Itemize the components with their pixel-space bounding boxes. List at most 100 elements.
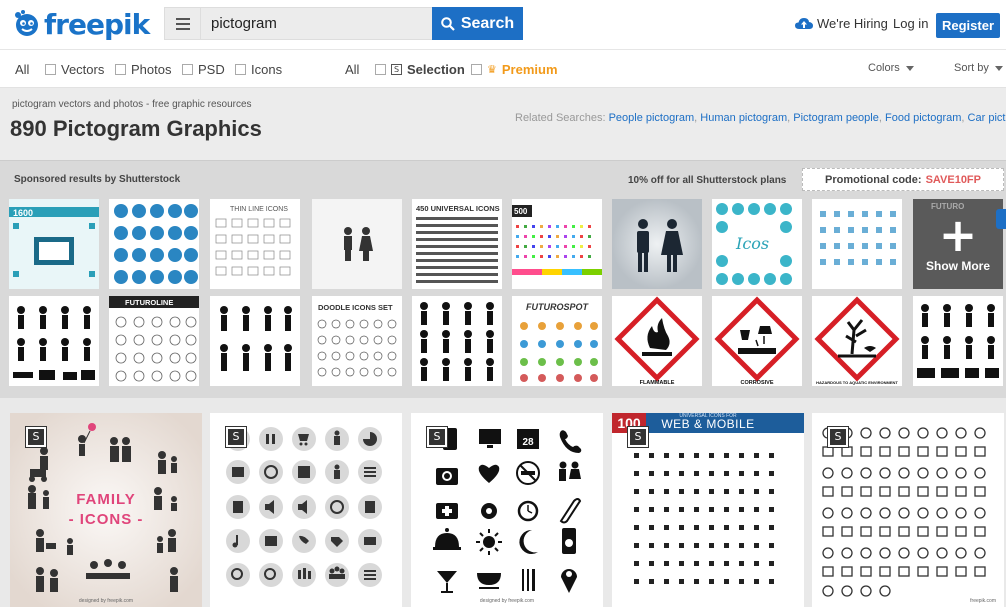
thumb-label: HAZARDOUS TO AQUATIC ENVIRONMENT — [816, 380, 898, 385]
family-title: FAMILY - ICONS - — [68, 491, 144, 528]
svg-text:Icos: Icos — [735, 234, 769, 253]
people-pictograms-image — [13, 306, 95, 380]
show-more-button[interactable]: FUTURO + Show More — [913, 199, 1003, 289]
sponsored-thumbnail[interactable] — [210, 296, 300, 386]
thumb-label: DOODLE ICONS SET — [318, 303, 393, 312]
related-link[interactable]: Car pictogram — [968, 112, 1006, 124]
promo-code-box[interactable]: Promotional code: SAVE10FP — [802, 168, 1004, 191]
related-searches: Related Searches: People pictogram, Huma… — [515, 112, 1006, 124]
card-credit: designed by freepik.com — [479, 598, 535, 604]
license-premium[interactable]: ♛ Premium — [471, 62, 558, 77]
breadcrumb: pictogram vectors and photos - free grap… — [12, 99, 252, 110]
colorful-icons-image: 500 — [512, 205, 602, 275]
filter-vectors[interactable]: Vectors — [45, 62, 104, 77]
shutterstock-badge-icon: S — [427, 427, 447, 447]
thumb-label: 1600 — [13, 208, 33, 218]
psd-checkbox[interactable] — [182, 64, 193, 75]
thumb-label: THIN LINE ICONS — [230, 206, 288, 213]
plus-icon: + — [938, 208, 978, 262]
card-credit: freepik.com — [970, 598, 996, 604]
result-card[interactable]: 28 S designed by freepik.com — [411, 413, 603, 607]
calendar-day: 28 — [522, 437, 534, 448]
search-button-label: Search — [460, 14, 515, 32]
license-selection[interactable]: S Selection — [375, 62, 465, 77]
sponsored-thumbnail[interactable] — [612, 199, 702, 289]
show-more-label: Show More — [925, 259, 990, 273]
related-link[interactable]: People pictogram — [609, 112, 695, 124]
related-link[interactable]: Human pictogram — [700, 112, 787, 124]
cloud-upload-icon — [795, 18, 813, 29]
sponsored-thumbnail[interactable] — [9, 296, 99, 386]
vectors-checkbox[interactable] — [45, 64, 56, 75]
doodle-icons-image: DOODLE ICONS SET — [317, 303, 397, 377]
page-title: 890 Pictogram Graphics — [10, 116, 262, 141]
sponsored-thumbnail[interactable]: HAZARDOUS TO AQUATIC ENVIRONMENT — [812, 296, 902, 386]
photos-checkbox[interactable] — [115, 64, 126, 75]
aquatic-hazard-image: HAZARDOUS TO AQUATIC ENVIRONMENT — [814, 296, 900, 385]
result-card[interactable]: S FAMILY - ICONS - designed by freepik.c… — [10, 413, 202, 607]
icons-collection-image: 1600 — [9, 199, 99, 289]
related-link[interactable]: Food pictogram — [885, 112, 961, 124]
hiring-link[interactable]: We're Hiring — [795, 16, 888, 31]
filter-icons[interactable]: Icons — [235, 62, 282, 77]
thumb-label: FUTUROSPOT — [526, 302, 590, 312]
sponsored-thumbnail[interactable]: DOODLE ICONS SET — [312, 296, 402, 386]
result-card[interactable]: S — [210, 413, 402, 607]
selection-checkbox[interactable] — [375, 64, 386, 75]
top-navbar: freepik Search We're Hiring Log in Regis… — [0, 0, 1006, 50]
filter-psd[interactable]: PSD — [182, 62, 225, 77]
stick-figures-image — [220, 306, 292, 371]
sponsored-thumbnail[interactable] — [109, 199, 199, 289]
blue-line-icons-image — [820, 211, 896, 265]
license-all[interactable]: All — [345, 62, 359, 77]
register-button[interactable]: Register — [936, 13, 1000, 38]
side-panel-tab[interactable] — [996, 209, 1006, 229]
sponsored-thumbnail[interactable]: 450 UNIVERSAL ICONS — [412, 199, 502, 289]
universal-icons-image: 450 UNIVERSAL ICONS — [416, 204, 500, 283]
thumb-label: FUTUROLINE — [125, 298, 173, 307]
search-summary: pictogram vectors and photos - free grap… — [0, 88, 1006, 160]
result-card[interactable]: S freepik.com — [812, 413, 1004, 607]
sponsored-thumbnail[interactable]: 500 — [512, 199, 602, 289]
colors-dropdown[interactable]: Colors — [868, 62, 914, 74]
sponsored-label: Sponsored results by Shutterstock — [14, 174, 181, 185]
filter-photos[interactable]: Photos — [115, 62, 171, 77]
sponsored-thumbnail[interactable]: Icos — [712, 199, 802, 289]
freepik-logo[interactable]: freepik — [12, 6, 150, 42]
related-link[interactable]: Pictogram people — [793, 112, 879, 124]
search-icon — [441, 16, 455, 31]
hiring-label: We're Hiring — [817, 16, 888, 31]
logo-icon — [15, 10, 38, 36]
sponsored-thumbnail[interactable]: CORROSIVE — [712, 296, 802, 386]
menu-button[interactable] — [164, 7, 200, 40]
result-card[interactable]: WEB & MOBILE UNIVERSAL ICONS FOR 100 S — [612, 413, 804, 607]
filter-bar: All Vectors Photos PSD Icons All S Selec… — [0, 50, 1006, 88]
premium-checkbox[interactable] — [471, 64, 482, 75]
shutterstock-badge-icon: S — [226, 427, 246, 447]
sponsored-thumbnail[interactable]: THIN LINE ICONS — [210, 199, 300, 289]
teal-icons-image: Icos — [716, 203, 792, 285]
chevron-down-icon — [905, 65, 914, 71]
sponsored-thumbnail[interactable]: FLAMMABLE — [612, 296, 702, 386]
sponsored-thumbnail[interactable] — [812, 199, 902, 289]
logo-wordmark: freepik — [44, 7, 150, 41]
sort-dropdown[interactable]: Sort by — [954, 62, 1003, 74]
sponsored-thumbnail[interactable] — [312, 199, 402, 289]
thumb-label: CORROSIVE — [740, 380, 773, 386]
futuroline-icons-image: FUTUROLINE — [109, 296, 199, 382]
search-input[interactable] — [200, 7, 433, 40]
sponsored-thumbnail[interactable]: FUTUROSPOT — [512, 296, 602, 386]
icons-checkbox[interactable] — [235, 64, 246, 75]
thumb-label: 500 — [514, 207, 528, 216]
login-link[interactable]: Log in — [893, 16, 928, 31]
sponsored-thumbnail[interactable]: FUTUROLINE — [109, 296, 199, 386]
thin-line-icons-image: THIN LINE ICONS — [215, 206, 291, 276]
filter-all[interactable]: All — [15, 62, 29, 77]
thumb-label: 450 UNIVERSAL ICONS — [416, 204, 500, 213]
sponsored-section: Sponsored results by Shutterstock 10% of… — [0, 160, 1006, 398]
sponsored-thumbnail[interactable] — [913, 296, 1003, 386]
sponsored-thumbnail[interactable]: 1600 — [9, 199, 99, 289]
sponsored-thumbnail[interactable] — [412, 296, 502, 386]
search-button[interactable]: Search — [432, 7, 523, 40]
selection-badge-icon: S — [391, 64, 402, 75]
